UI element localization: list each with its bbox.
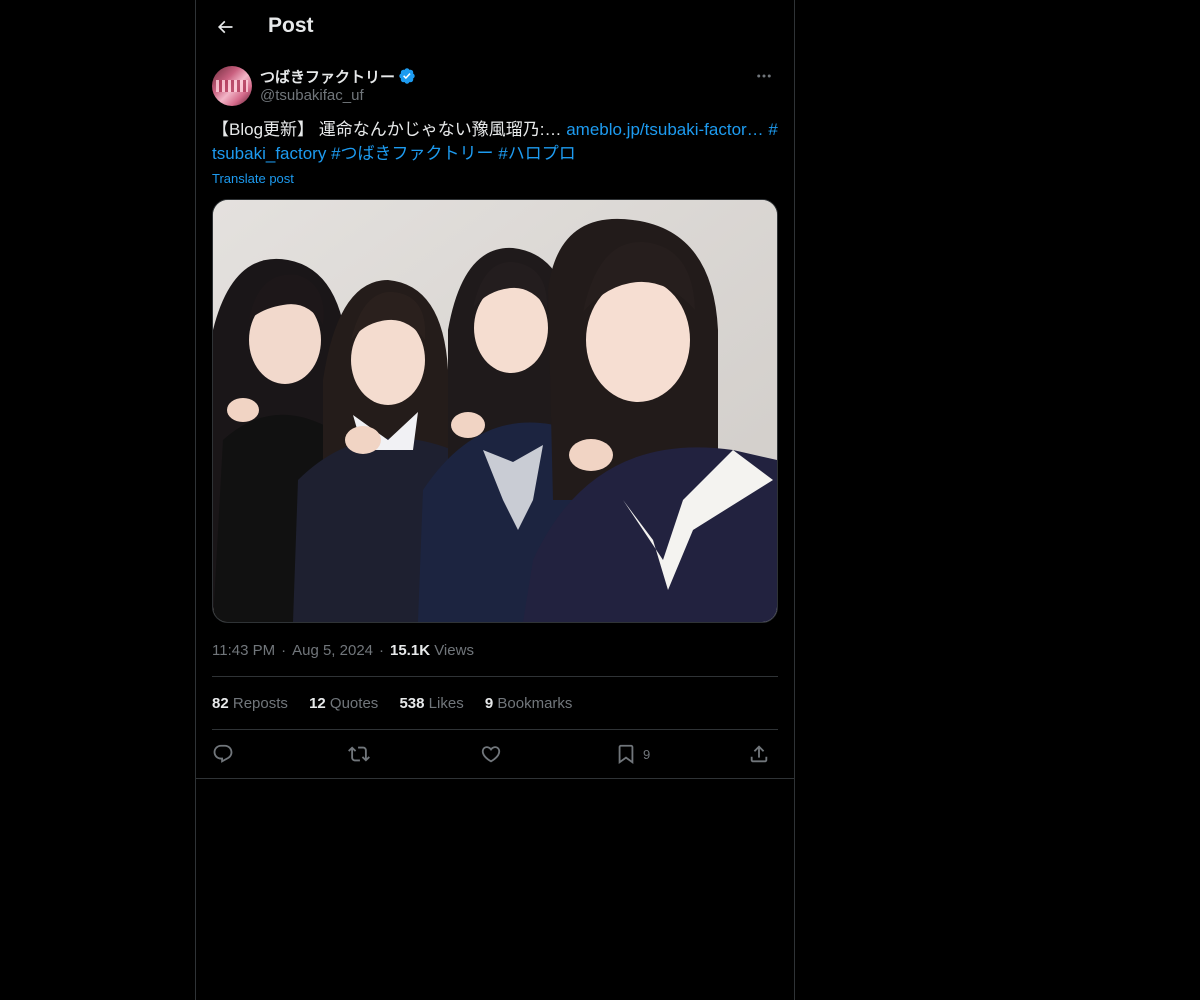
quotes-stat[interactable]: 12 Quotes: [309, 695, 378, 712]
reposts-stat[interactable]: 82 Reposts: [212, 695, 288, 712]
post-meta: 11:43 PM · Aug 5, 2024 · 15.1K Views: [212, 642, 474, 659]
author-display-name: つばきファクトリー: [260, 69, 396, 86]
heart-icon: [481, 746, 501, 763]
top-bar: Post: [196, 0, 794, 54]
page-title: Post: [268, 14, 314, 37]
post-time[interactable]: 11:43 PM: [212, 642, 275, 659]
post-text-body: 【Blog更新】 運命なんかじゃない豫風瑠乃:…: [212, 120, 567, 139]
blog-link[interactable]: ameblo.jp/tsubaki-factor…: [566, 120, 763, 139]
author-handle[interactable]: @tsubakifac_uf: [260, 87, 364, 104]
like-button[interactable]: [480, 740, 502, 768]
translate-post-link[interactable]: Translate post: [212, 171, 294, 186]
bookmark-icon: [618, 744, 634, 765]
post-column: Post つばきファクトリー @tsubakifac_uf 【Blog更新】 運…: [195, 0, 795, 1000]
bookmarks-stat[interactable]: 9 Bookmarks: [485, 695, 573, 712]
post-bottom-border: [196, 778, 794, 779]
bookmark-button[interactable]: 9: [615, 740, 650, 768]
back-button[interactable]: [208, 10, 242, 44]
hashtag-hello-project[interactable]: #ハロプロ: [498, 144, 575, 163]
views-label: Views: [434, 642, 474, 659]
author-row: つばきファクトリー @tsubakifac_uf: [212, 64, 778, 108]
reply-icon: [213, 744, 233, 763]
more-options-button[interactable]: [750, 64, 778, 88]
bookmark-count: 9: [643, 746, 651, 762]
reply-button[interactable]: [212, 740, 234, 768]
likes-stat[interactable]: 538 Likes: [399, 695, 463, 712]
post-text: 【Blog更新】 運命なんかじゃない豫風瑠乃:… ameblo.jp/tsuba…: [212, 118, 778, 166]
hashtag-tsubaki-factory-jp[interactable]: #つばきファクトリー: [331, 144, 493, 163]
post-date[interactable]: Aug 5, 2024: [292, 642, 373, 659]
divider: [212, 729, 778, 730]
share-icon: [750, 745, 768, 763]
action-bar: 9: [212, 740, 778, 768]
repost-button[interactable]: [348, 740, 370, 768]
arrow-left-icon: [217, 20, 233, 34]
divider: [212, 676, 778, 677]
post-photo[interactable]: [212, 199, 778, 623]
engagement-stats: 82 Reposts 12 Quotes 538 Likes 9 Bookmar…: [212, 695, 589, 712]
author-name-link[interactable]: つばきファクトリー: [260, 66, 416, 87]
repost-icon: [348, 746, 370, 762]
share-button[interactable]: [748, 740, 770, 768]
avatar[interactable]: [212, 66, 252, 106]
more-horizontal-icon: [757, 74, 771, 78]
views-count: 15.1K: [390, 642, 431, 659]
verified-badge-icon: [399, 68, 415, 84]
